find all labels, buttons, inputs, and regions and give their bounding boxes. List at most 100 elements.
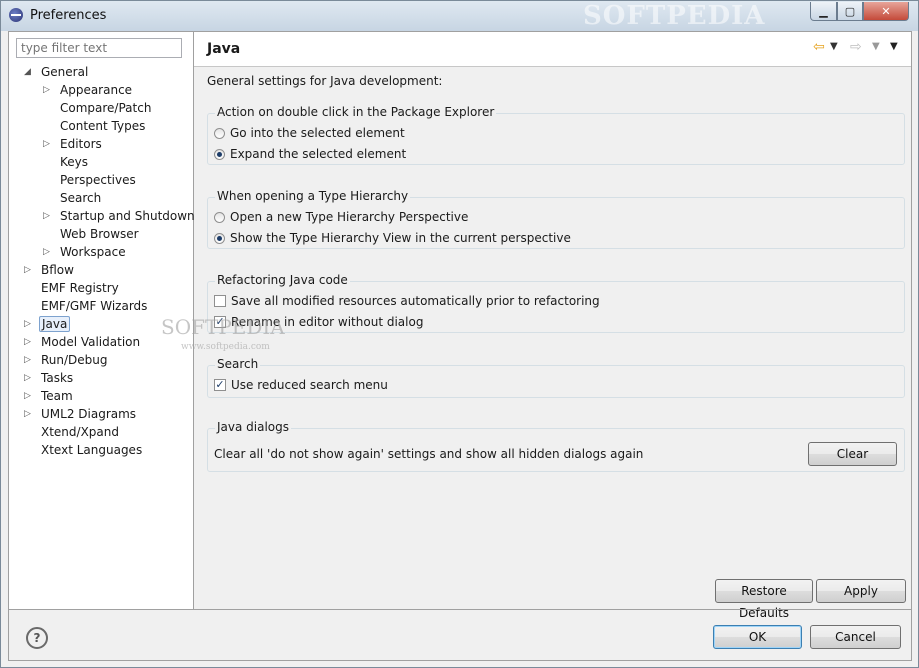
tree-item-emf-registry[interactable]: EMF Registry [39,280,121,297]
collapsed-arrow-icon[interactable]: ▷ [24,262,34,279]
view-menu-icon[interactable]: ▼ [890,41,898,52]
minimize-button[interactable]: ▁ [810,2,837,21]
page-title: Java [207,41,241,57]
group-title: Search [215,357,261,371]
dialog-client: ◢ General ▷ Appearance Compare/Patch Content … [8,31,912,661]
clear-button[interactable]: Clear [808,442,897,466]
tree-item-content-types[interactable]: Content Types [58,118,147,135]
eclipse-icon [9,8,23,22]
tree-item-perspectives[interactable]: Perspectives [58,172,138,189]
type-hierarchy-group: When opening a Type Hierarchy Open a new… [207,189,905,249]
search-group: Search ✓ Use reduced search menu [207,357,905,398]
expanded-arrow-icon[interactable]: ◢ [24,64,34,81]
tree-item-search[interactable]: Search [58,190,103,207]
page-header: Java ⇦ ▼ ⇨ ▼ ▼ [194,32,911,67]
tree-item-workspace[interactable]: ▷ Workspace [43,244,128,261]
collapsed-arrow-icon[interactable]: ▷ [43,208,53,225]
option-label: Save all modified resources automaticall… [231,294,600,308]
back-menu-icon[interactable]: ▼ [830,41,838,52]
watermark-url: www.softpedia.com [181,342,270,352]
collapsed-arrow-icon[interactable]: ▷ [43,136,53,153]
tree-item-label: Appearance [60,83,133,97]
group-title: Action on double click in the Package Ex… [215,105,497,119]
maximize-icon: ▢ [844,4,856,18]
collapsed-arrow-icon[interactable]: ▷ [43,82,53,99]
ok-button[interactable]: OK [713,625,802,649]
tree-item-keys[interactable]: Keys [58,154,90,171]
tree-item-editors[interactable]: ▷ Editors [43,136,104,153]
tree-item-run-debug[interactable]: ▷ Run/Debug [24,352,110,369]
radio-button[interactable] [214,232,225,244]
tree-item-compare-patch[interactable]: Compare/Patch [58,100,153,117]
dialog-button-bar: ? OK Cancel [9,609,911,661]
checkbox[interactable] [214,295,226,307]
tree-item-bflow[interactable]: ▷ Bflow [24,262,76,279]
radio-open-perspective[interactable]: Open a new Type Hierarchy Perspective [214,210,468,224]
close-button[interactable]: ✕ [863,2,909,21]
tree-item-label: Perspectives [60,173,136,187]
radio-show-view[interactable]: Show the Type Hierarchy View in the curr… [214,231,571,245]
forward-menu-icon[interactable]: ▼ [872,41,880,52]
checkbox-reduced-search[interactable]: ✓ Use reduced search menu [214,378,388,392]
tree-item-label: Compare/Patch [60,101,152,115]
option-label: Use reduced search menu [231,378,388,392]
tree-item-xtend-xpand[interactable]: Xtend/Xpand [39,424,121,441]
checkbox[interactable]: ✓ [214,379,226,391]
tree-item-label: Search [60,191,102,205]
maximize-button[interactable]: ▢ [837,2,863,21]
tree-item-label: Model Validation [41,335,141,349]
tree-item-label: UML2 Diagrams [41,407,137,421]
radio-button[interactable] [214,211,225,223]
cancel-button[interactable]: Cancel [810,625,901,649]
radio-button[interactable] [214,148,225,160]
radio-expand[interactable]: Expand the selected element [214,147,406,161]
radio-go-into[interactable]: Go into the selected element [214,126,405,140]
tree-item-tasks[interactable]: ▷ Tasks [24,370,75,387]
group-title: Refactoring Java code [215,273,350,287]
tree-item-label: EMF/GMF Wizards [41,299,148,313]
option-label: Expand the selected element [230,147,407,161]
tree-item-label: EMF Registry [41,281,119,295]
back-arrow-icon[interactable]: ⇦ [813,39,825,55]
tree-item-general[interactable]: ◢ General [24,64,90,81]
group-title: Java dialogs [215,420,292,434]
collapsed-arrow-icon[interactable]: ▷ [24,388,34,405]
tree-item-xtext-languages[interactable]: Xtext Languages [39,442,144,459]
watermark-center: SOFTPEDIA [161,315,285,339]
tree-item-label: Web Browser [60,227,139,241]
tree-item-model-validation[interactable]: ▷ Model Validation [24,334,142,351]
tree-item-label: Editors [60,137,102,151]
tree-item-web-browser[interactable]: Web Browser [58,226,141,243]
tree-item-team[interactable]: ▷ Team [24,388,75,405]
tree-item-startup-and-shutdown[interactable]: ▷ Startup and Shutdown [43,208,197,225]
window-title: Preferences [30,8,107,23]
option-label: Open a new Type Hierarchy Perspective [230,210,469,224]
tree-item-appearance[interactable]: ▷ Appearance [43,82,134,99]
double-click-group: Action on double click in the Package Ex… [207,105,905,165]
filter-input[interactable] [16,38,182,58]
dialogs-description: Clear all 'do not show again' settings a… [214,447,644,461]
collapsed-arrow-icon[interactable]: ▷ [24,352,34,369]
checkbox-save-modified[interactable]: Save all modified resources automaticall… [214,294,600,308]
title-bar[interactable]: Preferences SOFTPEDIA ▁ ▢ ✕ [1,1,918,31]
tree-item-uml2-diagrams[interactable]: ▷ UML2 Diagrams [24,406,138,423]
preferences-window: Preferences SOFTPEDIA ▁ ▢ ✕ ◢ General ▷ App… [0,0,919,668]
collapsed-arrow-icon[interactable]: ▷ [43,244,53,261]
tree-item-label: Xtext Languages [41,443,143,457]
radio-button[interactable] [214,127,225,139]
option-label: Go into the selected element [230,126,405,140]
tree-item-label: Startup and Shutdown [60,209,195,223]
tree-item-emf-gmf-wizards[interactable]: EMF/GMF Wizards [39,298,149,315]
collapsed-arrow-icon[interactable]: ▷ [24,406,34,423]
forward-arrow-icon[interactable]: ⇨ [850,39,862,55]
refactoring-group: Refactoring Java code Save all modified … [207,273,905,333]
help-icon[interactable]: ? [26,627,48,649]
collapsed-arrow-icon[interactable]: ▷ [24,370,34,387]
restore-defaults-button[interactable]: Restore Defaults [715,579,813,620]
collapsed-arrow-icon[interactable]: ▷ [24,334,34,351]
tree-item-java[interactable]: ▷ Java [24,316,71,333]
apply-button[interactable]: Apply [816,579,906,603]
collapsed-arrow-icon[interactable]: ▷ [24,316,34,333]
option-label: Show the Type Hierarchy View in the curr… [230,231,571,245]
close-icon: ✕ [881,4,891,18]
